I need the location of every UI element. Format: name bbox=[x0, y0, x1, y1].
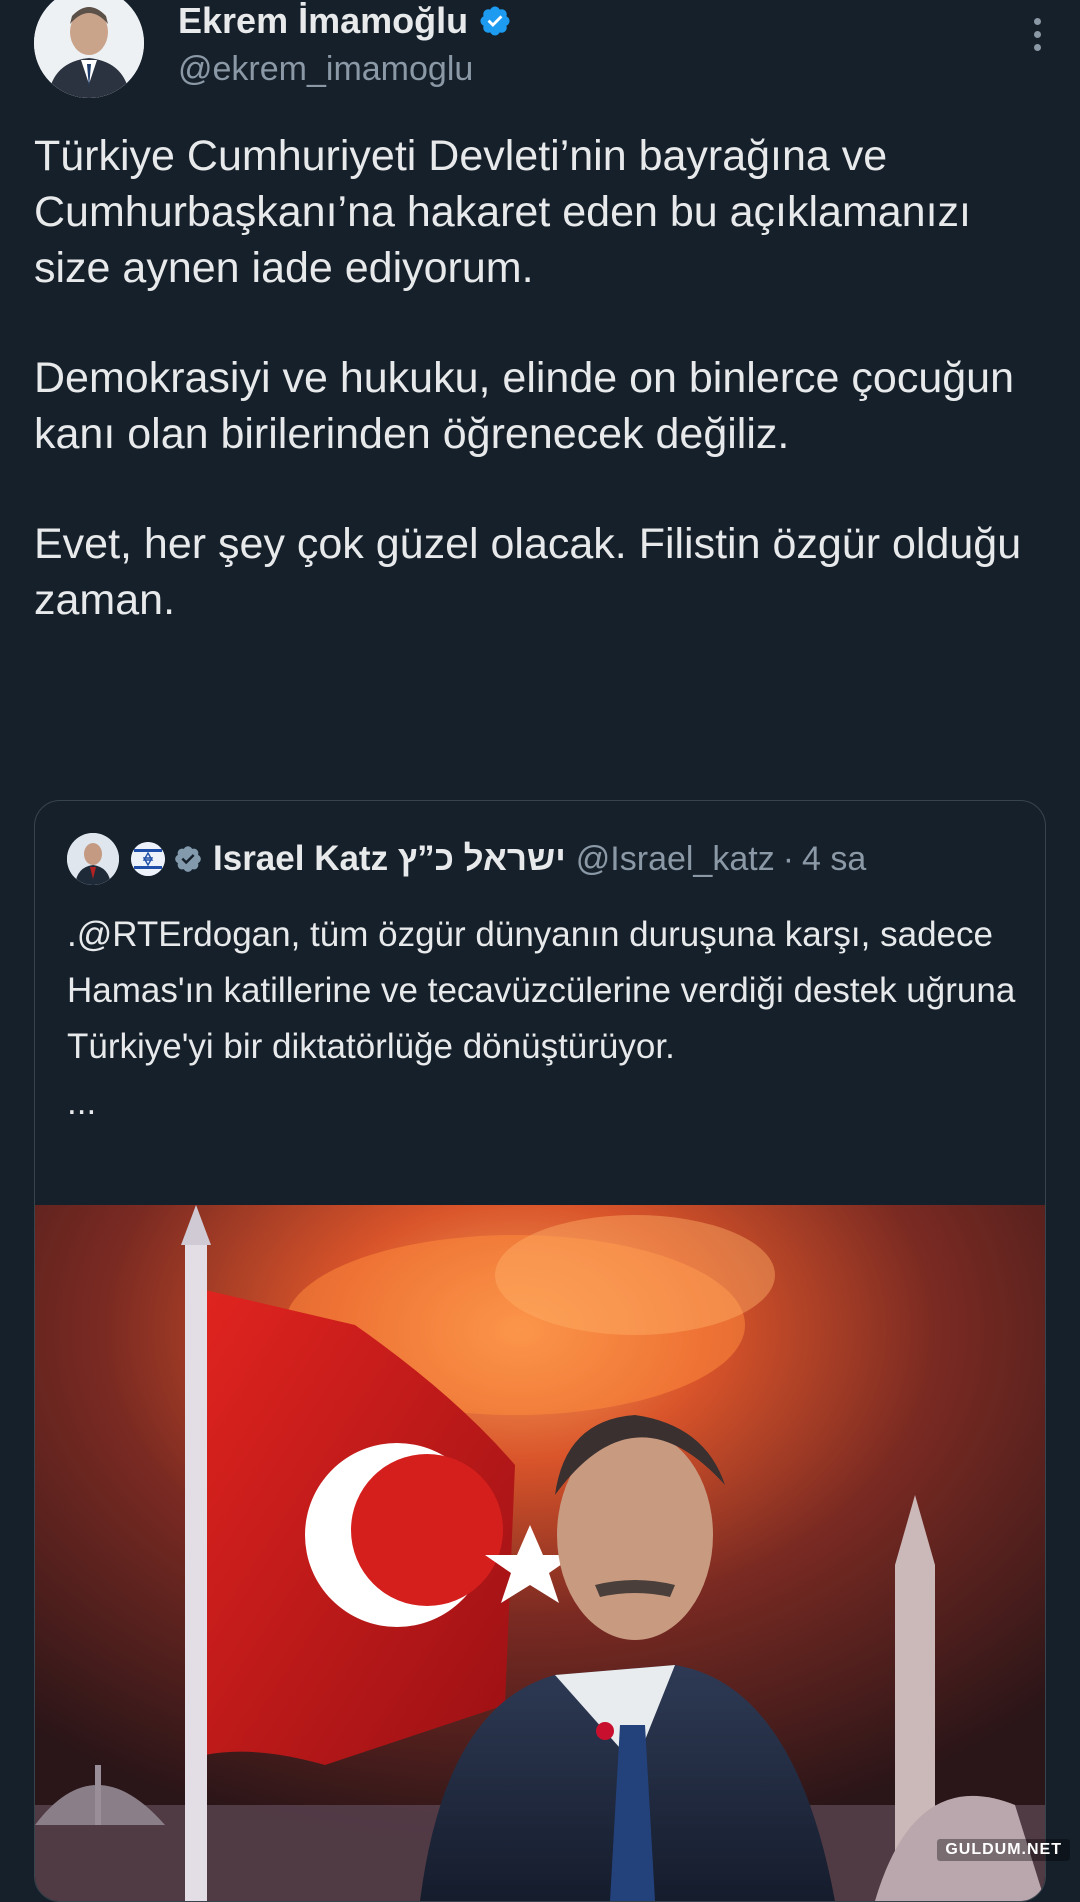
more-options-icon[interactable] bbox=[1030, 18, 1044, 58]
quoted-author-avatar[interactable] bbox=[67, 833, 119, 885]
quoted-media-image[interactable] bbox=[35, 1205, 1045, 1901]
tweet-header: Ekrem İmamoğlu @ekrem_imamoglu bbox=[34, 0, 1044, 110]
quoted-tweet-header: Israel Katz ישראל כ”ץ @Israel_katz · 4 s… bbox=[67, 831, 866, 887]
gray-verified-badge-icon bbox=[175, 846, 201, 872]
quoted-tweet-ellipsis: ... bbox=[67, 1083, 97, 1122]
quoted-tweet-body: .@RTErdogan, tüm özgür dünyanın duruşuna… bbox=[67, 915, 1016, 1066]
quoted-tweet-time[interactable]: 4 sa bbox=[802, 840, 866, 879]
meta-separator: · bbox=[782, 839, 795, 878]
tweet-paragraph: Demokrasiyi ve hukuku, elinde on binlerc… bbox=[34, 354, 1014, 458]
author-handle[interactable]: @ekrem_imamoglu bbox=[178, 50, 473, 89]
tweet-paragraph: Evet, her şey çok güzel olacak. Filistin… bbox=[34, 520, 1022, 624]
author-display-name[interactable]: Ekrem İmamoğlu bbox=[178, 0, 468, 42]
author-avatar[interactable] bbox=[34, 0, 144, 98]
quoted-tweet-text: .@RTErdogan, tüm özgür dünyanın duruşuna… bbox=[67, 907, 1027, 1131]
quoted-author-display-name[interactable]: Israel Katz ישראל כ”ץ bbox=[213, 839, 566, 879]
tweet-text: Türkiye Cumhuriyeti Devleti’nin bayrağın… bbox=[34, 128, 1044, 628]
verified-badge-icon bbox=[480, 6, 510, 36]
quoted-author-handle[interactable]: @Israel_katz bbox=[576, 840, 775, 879]
tweet-paragraph: Türkiye Cumhuriyeti Devleti’nin bayrağın… bbox=[34, 132, 971, 292]
watermark-logo: GULDUM.NET bbox=[937, 1839, 1070, 1861]
quoted-tweet-card[interactable]: Israel Katz ישראל כ”ץ @Israel_katz · 4 s… bbox=[34, 800, 1046, 1902]
israel-flag-icon bbox=[131, 842, 165, 876]
